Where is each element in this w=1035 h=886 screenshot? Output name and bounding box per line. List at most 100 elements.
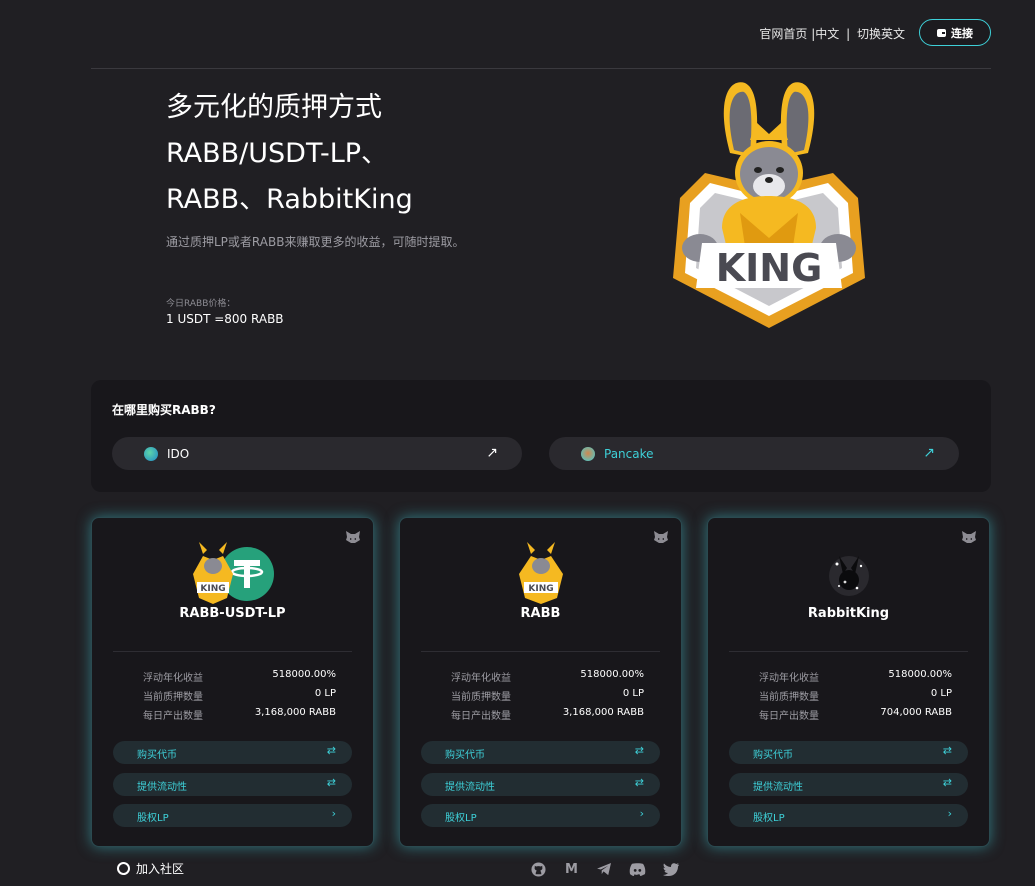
join-community-link[interactable]: 加入社区: [117, 860, 184, 877]
github-icon[interactable]: [530, 861, 547, 878]
price-value: 1 USDT =800 RABB: [166, 312, 284, 326]
join-community-label: 加入社区: [136, 862, 185, 876]
stat-daily-output: 每日产出数量 704,000 RABB: [759, 707, 952, 722]
where-to-buy-panel: 在哪里购买RABB? IDO ↗ Pancake ↗: [91, 380, 991, 492]
provide-liquidity-button[interactable]: 提供流动性 ⇄: [729, 773, 968, 796]
stat-value: 0 LP: [930, 688, 952, 699]
stake-lp-button[interactable]: 股权LP ›: [421, 804, 660, 827]
top-bar: 官网首页 |中文 | 切换英文 连接: [91, 0, 991, 69]
action-label: 股权LP: [753, 813, 785, 824]
action-label: 购买代币: [137, 750, 177, 761]
rabbit-king-mascot-logo: KING: [673, 82, 865, 328]
pool-card-rabbitking: RabbitKing 浮动年化收益 518000.00% 当前质押数量 0 LP 每…: [707, 517, 990, 847]
action-label: 股权LP: [445, 813, 477, 824]
stat-value: 704,000 RABB: [880, 707, 952, 718]
divider: [729, 651, 968, 652]
pool-title: RABB: [520, 606, 561, 621]
stake-lp-button[interactable]: 股权LP ›: [729, 804, 968, 827]
stat-value: 518000.00%: [888, 669, 952, 680]
nav-links: 官网首页 |中文 | 切换英文: [759, 25, 905, 42]
pool-title: RabbitKing: [807, 606, 890, 621]
medium-icon[interactable]: M: [563, 861, 580, 878]
stat-apy: 浮动年化收益 518000.00%: [759, 669, 952, 684]
pool-title: RABB-USDT-LP: [179, 606, 286, 621]
stat-label: 每日产出数量: [451, 711, 511, 722]
buy-token-button[interactable]: 购买代币 ⇄: [421, 741, 660, 764]
swap-icon: ⇄: [942, 744, 952, 757]
mascot-king-text: KING: [716, 246, 823, 290]
buy-token-button[interactable]: 购买代币 ⇄: [729, 741, 968, 764]
community-icon: [117, 862, 130, 875]
discord-icon[interactable]: [629, 861, 646, 878]
stat-label: 当前质押数量: [759, 692, 819, 703]
connect-label: 连接: [951, 26, 973, 40]
chevron-right-icon: ›: [331, 807, 336, 820]
chevron-right-icon: ›: [947, 807, 952, 820]
divider: [421, 651, 660, 652]
stat-value: 518000.00%: [580, 669, 644, 680]
hero-title-line2: RABB/USDT-LP、: [166, 138, 389, 169]
nav-english-link[interactable]: 切换英文: [857, 25, 905, 42]
connect-wallet-button[interactable]: 连接: [919, 19, 991, 46]
stat-daily-output: 每日产出数量 3,168,000 RABB: [143, 707, 336, 722]
action-label: 提供流动性: [753, 782, 803, 793]
action-label: 提供流动性: [137, 782, 187, 793]
hero-section: 多元化的质押方式 RABB/USDT-LP、 RABB、RabbitKing 通…: [166, 85, 496, 252]
nav-chinese-link[interactable]: |中文: [811, 25, 839, 42]
stat-value: 0 LP: [314, 688, 336, 699]
metamask-fox-icon[interactable]: [961, 530, 977, 544]
divider: [113, 651, 352, 652]
stat-label: 浮动年化收益: [451, 673, 511, 684]
stat-label: 每日产出数量: [143, 711, 203, 722]
swap-icon: ⇄: [634, 744, 644, 757]
telegram-icon[interactable]: [596, 861, 613, 878]
stat-staked: 当前质押数量 0 LP: [143, 688, 336, 703]
hero-title-line1: 多元化的质押方式: [166, 92, 382, 123]
provide-liquidity-button[interactable]: 提供流动性 ⇄: [113, 773, 352, 796]
stat-label: 浮动年化收益: [759, 673, 819, 684]
stat-label: 当前质押数量: [143, 692, 203, 703]
action-label: 股权LP: [137, 813, 169, 824]
stat-staked: 当前质押数量 0 LP: [759, 688, 952, 703]
where-to-buy-title: 在哪里购买RABB?: [112, 403, 216, 417]
king-text: KING: [528, 584, 553, 594]
buy-option-label: Pancake: [604, 446, 654, 461]
stat-label: 浮动年化收益: [143, 673, 203, 684]
wallet-icon: [937, 28, 946, 37]
social-links: M: [530, 861, 679, 878]
swap-icon: ⇄: [942, 776, 952, 789]
provide-liquidity-button[interactable]: 提供流动性 ⇄: [421, 773, 660, 796]
rabb-token-icon: KING: [518, 542, 563, 604]
swap-icon: ⇄: [326, 776, 336, 789]
king-text: KING: [200, 584, 225, 594]
nav-home-link[interactable]: 官网首页: [759, 25, 807, 42]
stat-label: 当前质押数量: [451, 692, 511, 703]
stat-value: 3,168,000 RABB: [254, 707, 336, 718]
pancake-icon: [581, 446, 595, 461]
buy-option-ido[interactable]: IDO ↗: [112, 437, 522, 470]
metamask-fox-icon[interactable]: [345, 530, 361, 544]
pool-card-rabb: KING RABB 浮动年化收益 518000.00% 当前质押数量 0 LP 每日…: [399, 517, 682, 847]
external-link-icon: ↗: [923, 445, 935, 461]
stat-apy: 浮动年化收益 518000.00%: [143, 669, 336, 684]
hero-title-line3: RABB、RabbitKing: [166, 184, 413, 215]
action-label: 购买代币: [445, 750, 485, 761]
stat-apy: 浮动年化收益 518000.00%: [451, 669, 644, 684]
metamask-fox-icon[interactable]: [653, 530, 669, 544]
buy-token-button[interactable]: 购买代币 ⇄: [113, 741, 352, 764]
stat-daily-output: 每日产出数量 3,168,000 RABB: [451, 707, 644, 722]
nav-separator: |: [846, 27, 851, 41]
stake-lp-button[interactable]: 股权LP ›: [113, 804, 352, 827]
stat-staked: 当前质押数量 0 LP: [451, 688, 644, 703]
stat-label: 每日产出数量: [759, 711, 819, 722]
hero-subtitle: 通过质押LP或者RABB来赚取更多的收益，可随时提取。: [166, 235, 465, 249]
chevron-right-icon: ›: [639, 807, 644, 820]
ido-icon: [144, 446, 158, 461]
twitter-icon[interactable]: [662, 861, 679, 878]
rabb-usdt-lp-token-icon: KING: [192, 542, 274, 604]
swap-icon: ⇄: [634, 776, 644, 789]
hero-title: 多元化的质押方式 RABB/USDT-LP、 RABB、RabbitKing: [166, 85, 496, 223]
action-label: 提供流动性: [445, 782, 495, 793]
buy-option-pancake[interactable]: Pancake ↗: [549, 437, 959, 470]
buy-option-label: IDO: [167, 446, 190, 461]
